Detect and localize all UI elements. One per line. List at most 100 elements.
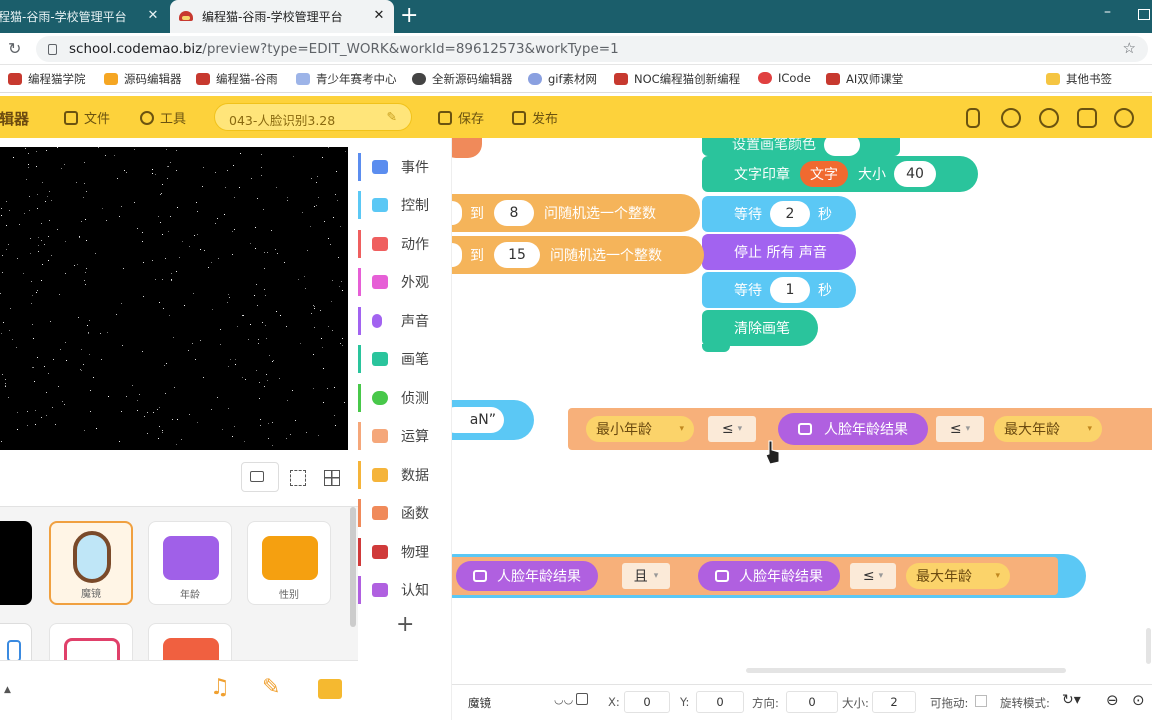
gear-icon[interactable] (1114, 108, 1134, 128)
music-icon[interactable]: ♫ (210, 675, 230, 700)
sprite-card-background[interactable] (0, 521, 32, 605)
close-icon[interactable]: ✕ (372, 8, 386, 23)
category-pen[interactable]: 画笔 (358, 341, 452, 377)
and-condition-block[interactable]: 最小年龄 ▾ ≤ ▾ 人脸年龄结果 ≤ ▾ 最大年龄 ▾ (568, 408, 1152, 450)
code-workspace[interactable]: 设置画笔颜色 文字印章 文字 大小 40 等待 2 秒 停止 所有 声音 等待 … (452, 138, 1152, 684)
bookmark-item[interactable]: 源码编辑器 (104, 71, 182, 87)
bookmark-item[interactable]: ICode (758, 71, 811, 85)
category-data[interactable]: 数据 (358, 457, 452, 493)
bookmark-item[interactable]: 青少年赛考中心 (296, 71, 397, 87)
project-name-field[interactable]: 043-人脸识别3.28 ✎ (214, 103, 412, 131)
add-category-button[interactable]: + (396, 612, 414, 637)
min-age-variable[interactable]: 最小年龄 ▾ (586, 416, 694, 442)
le-operator-dropdown[interactable]: ≤ ▾ (708, 416, 756, 442)
category-control[interactable]: 控制 (358, 187, 452, 223)
bookmark-item[interactable]: 编程猫-谷雨 (196, 71, 278, 87)
string-block[interactable]: aN” (452, 400, 534, 440)
star-dot (324, 221, 325, 222)
le-operator-dropdown[interactable]: ≤ ▾ (936, 416, 984, 442)
sprite-scrollbar[interactable] (350, 507, 356, 627)
bag-icon[interactable] (1077, 108, 1097, 128)
stage-bg-button[interactable] (241, 462, 279, 492)
stage-canvas[interactable] (0, 147, 348, 450)
file-menu[interactable]: 文件 (64, 108, 110, 127)
minimize-icon[interactable]: – (1104, 4, 1111, 20)
and-condition-block[interactable]: 人脸年龄结果 且 ▾ 人脸年龄结果 ≤ ▾ 最大年龄 ▾ (452, 557, 1058, 595)
bookmark-item[interactable]: NOC编程猫创新编程 (614, 71, 740, 87)
bookmark-star-icon[interactable]: ☆ (1123, 39, 1136, 57)
mobile-icon[interactable] (966, 108, 980, 128)
category-sensing[interactable]: 侦测 (358, 380, 452, 416)
caret-up-icon[interactable]: ▲ (4, 685, 11, 695)
stop-all-sounds-block[interactable]: 停止 所有 声音 (702, 234, 856, 270)
zoom-icon[interactable]: ⊙ (1132, 691, 1145, 709)
text-stamp-block[interactable]: 文字印章 文字 大小 40 (702, 156, 978, 192)
fullscreen-icon[interactable] (290, 470, 306, 486)
y-input[interactable]: 0 (696, 691, 744, 713)
x-input[interactable]: 0 (624, 691, 670, 713)
wait-input[interactable]: 2 (770, 201, 810, 227)
publish-button[interactable]: 发布 (512, 108, 558, 127)
category-looks[interactable]: 外观 (358, 264, 452, 300)
eye-icon[interactable]: ◡◡ (554, 693, 573, 706)
max-age-variable[interactable]: 最大年龄 ▾ (994, 416, 1102, 442)
random-max-input[interactable]: 15 (494, 242, 540, 268)
category-operators[interactable]: 运算 (358, 418, 452, 454)
browser-tab-active[interactable]: 编程猫-谷雨-学校管理平台 ✕ (170, 0, 394, 33)
pencil-icon[interactable]: ✎ (262, 675, 280, 700)
category-physics[interactable]: 物理 (358, 534, 452, 570)
face-age-result-block[interactable]: 人脸年龄结果 (456, 561, 598, 591)
zoom-out-icon[interactable]: ⊖ (1106, 691, 1119, 709)
max-age-variable[interactable]: 最大年龄 ▾ (906, 563, 1010, 589)
sprite-card-gender[interactable]: 性别 (247, 521, 331, 605)
category-cognition[interactable]: 认知 (358, 572, 452, 608)
robot-icon[interactable] (1001, 108, 1021, 128)
text-input-pill[interactable]: 文字 (800, 161, 848, 187)
clear-pen-block[interactable]: 清除画笔 (702, 310, 818, 346)
save-button[interactable]: 保存 (438, 108, 484, 127)
bookmark-item[interactable]: gif素材网 (528, 71, 597, 87)
star-dot (143, 296, 144, 297)
tools-menu[interactable]: 工具 (140, 108, 186, 127)
sprite-card-age[interactable]: 年龄 (148, 521, 232, 605)
reload-icon[interactable]: ↻ (8, 39, 21, 58)
size-input[interactable]: 2 (872, 691, 916, 713)
grid-icon[interactable] (324, 470, 340, 486)
and-operator-dropdown[interactable]: 且 ▾ (622, 563, 670, 589)
url-field[interactable]: school.codemao.biz/preview?type=EDIT_WOR… (36, 36, 1148, 62)
random-max-input[interactable]: 8 (494, 200, 534, 226)
new-tab-button[interactable]: + (400, 3, 418, 28)
vertical-scrollbar[interactable] (1146, 628, 1151, 664)
extensions-icon[interactable] (1039, 108, 1059, 128)
category-functions[interactable]: 函数 (358, 495, 452, 531)
set-pen-color-block[interactable]: 设置画笔颜色 (702, 138, 900, 156)
code-block-cut[interactable] (452, 138, 482, 158)
random-int-block[interactable]: 到 15 问随机选一个整数 (452, 236, 704, 274)
size-input[interactable]: 40 (894, 161, 936, 187)
wait-block[interactable]: 等待 1 秒 (702, 272, 856, 308)
le-operator-dropdown[interactable]: ≤ ▾ (850, 563, 896, 589)
category-events[interactable]: 事件 (358, 149, 452, 185)
browser-tab-inactive[interactable]: 编程猫-谷雨-学校管理平台 ✕ (0, 0, 168, 33)
random-int-block[interactable]: 到 8 问随机选一个整数 (452, 194, 700, 232)
sprite-card-mirror[interactable]: 魔镜 (49, 521, 133, 605)
maximize-icon[interactable] (1138, 9, 1150, 20)
bookmark-item[interactable]: 全新源码编辑器 (412, 71, 513, 87)
bookmark-item[interactable]: 编程猫学院 (8, 71, 86, 87)
close-icon[interactable]: ✕ (146, 8, 160, 23)
rotation-mode-dropdown[interactable]: ↻▾ (1062, 692, 1081, 708)
direction-input[interactable]: 0 (786, 691, 838, 713)
category-sound[interactable]: 声音 (358, 303, 452, 339)
wait-block[interactable]: 等待 2 秒 (702, 196, 856, 232)
draggable-checkbox[interactable] (975, 695, 987, 707)
horizontal-scrollbar[interactable] (746, 668, 1066, 673)
folder-add-icon[interactable] (318, 679, 342, 699)
lock-icon[interactable] (576, 693, 588, 705)
bookmark-item[interactable]: AI双师课堂 (826, 71, 903, 87)
face-age-result-block[interactable]: 人脸年龄结果 (698, 561, 840, 591)
bookmark-item-other[interactable]: 其他书签 (1046, 71, 1112, 87)
face-age-result-block[interactable]: 人脸年龄结果 (778, 413, 928, 445)
wait-input[interactable]: 1 (770, 277, 810, 303)
edit-pencil-icon[interactable]: ✎ (387, 109, 397, 124)
category-motion[interactable]: 动作 (358, 226, 452, 262)
